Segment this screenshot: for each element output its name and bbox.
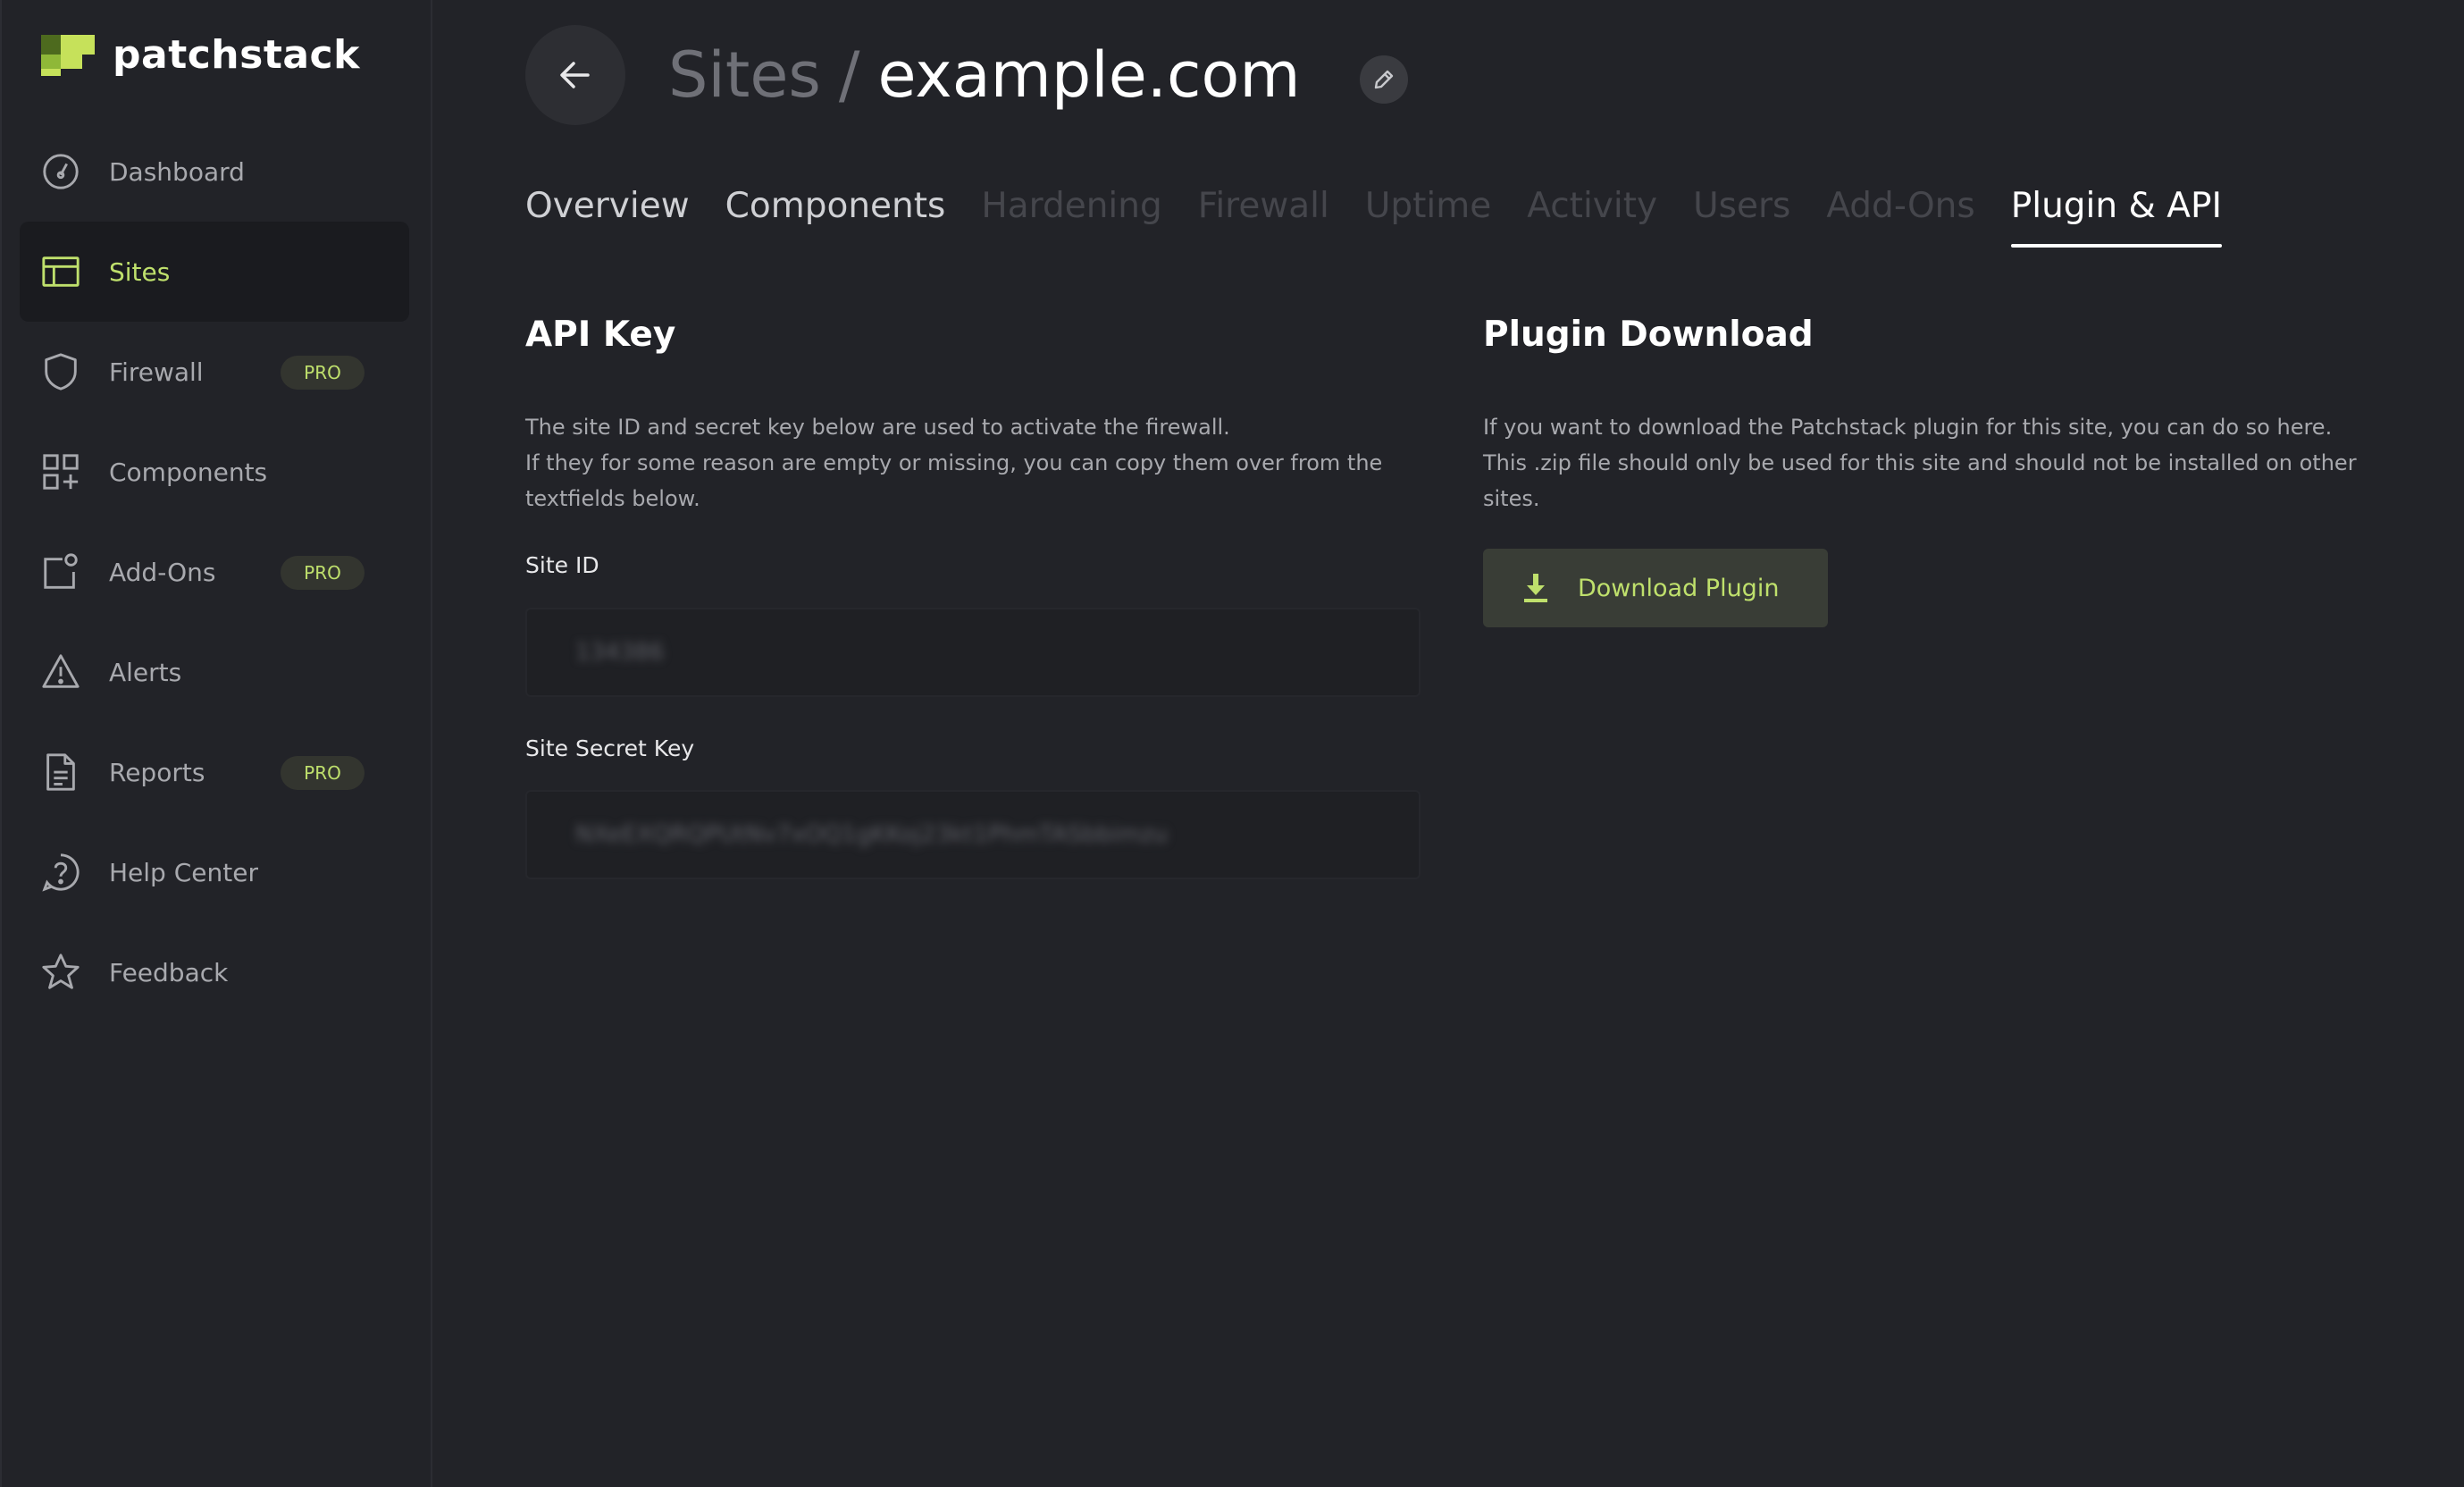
sidebar-item-label: Components	[109, 457, 268, 487]
api-key-description-line: textfields below.	[525, 486, 700, 511]
document-icon	[39, 751, 82, 794]
sidebar-item-label: Firewall	[109, 357, 204, 387]
tab-components[interactable]: Components	[725, 186, 946, 248]
api-key-description-line: The site ID and secret key below are use…	[525, 415, 1230, 440]
api-key-title: API Key	[525, 315, 676, 355]
pro-badge: PRO	[281, 356, 365, 390]
site-secret-key-field[interactable]: NXeEXQRQPUtNv7xOQ1gKKoj23kt1PhmTASbbimzu	[525, 790, 1421, 879]
breadcrumb-sites-link[interactable]: Sites	[668, 38, 821, 112]
arrow-left-icon	[560, 62, 590, 88]
pro-badge: PRO	[281, 756, 365, 790]
add-ons-icon	[39, 550, 82, 593]
tab-activity: Activity	[1527, 186, 1658, 226]
tab-overview[interactable]: Overview	[525, 186, 690, 248]
tab-users: Users	[1693, 186, 1791, 226]
pro-badge: PRO	[281, 556, 365, 590]
sites-icon	[39, 250, 82, 293]
sidebar-item-dashboard[interactable]: Dashboard	[20, 122, 409, 222]
sidebar-item-label: Sites	[109, 256, 171, 287]
site-secret-key-value: NXeEXQRQPUtNv7xOQ1gKKoj23kt1PhmTASbbimzu	[575, 821, 1169, 848]
dashboard-icon	[39, 150, 82, 193]
download-icon	[1524, 574, 1547, 602]
star-icon	[39, 951, 82, 994]
tab-add-ons: Add-Ons	[1826, 186, 1975, 226]
sidebar-item-alerts[interactable]: Alerts	[20, 622, 409, 722]
sidebar-item-label: Feedback	[109, 957, 229, 987]
main-content: Sites / example.com Overview Components …	[432, 0, 2464, 1487]
patchstack-logo-icon	[41, 34, 95, 76]
site-id-value: 134386	[575, 639, 665, 666]
breadcrumb-separator: /	[838, 38, 860, 112]
edit-site-name-button[interactable]	[1360, 55, 1408, 104]
site-tabs: Overview Components Hardening Firewall U…	[525, 186, 2258, 248]
api-key-description: The site ID and secret key below are use…	[525, 409, 1382, 517]
site-id-label: Site ID	[525, 552, 599, 578]
pencil-icon	[1374, 70, 1394, 89]
sidebar-item-firewall[interactable]: Firewall PRO	[20, 322, 409, 422]
site-id-field[interactable]: 134386	[525, 608, 1421, 697]
warning-icon	[39, 651, 82, 693]
sidebar-item-label: Alerts	[109, 657, 182, 687]
site-secret-key-label: Site Secret Key	[525, 735, 695, 761]
help-icon	[39, 851, 82, 894]
sidebar-item-help-center[interactable]: Help Center	[20, 822, 409, 922]
sidebar-nav: Dashboard Sites Firewall PRO Components	[20, 122, 409, 1022]
back-button[interactable]	[525, 25, 625, 125]
tab-firewall: Firewall	[1197, 186, 1329, 226]
sidebar-item-label: Dashboard	[109, 156, 245, 187]
sidebar-item-components[interactable]: Components	[20, 422, 409, 522]
download-plugin-label: Download Plugin	[1578, 574, 1780, 602]
breadcrumb: Sites / example.com	[668, 34, 1301, 116]
plugin-download-description-line: If you want to download the Patchstack p…	[1483, 415, 2333, 440]
sidebar-item-label: Reports	[109, 757, 205, 787]
brand-logo[interactable]: patchstack	[41, 32, 360, 78]
tab-plugin-api[interactable]: Plugin & API	[2010, 186, 2223, 248]
tab-uptime: Uptime	[1364, 186, 1492, 226]
components-icon	[39, 450, 82, 493]
sidebar-item-reports[interactable]: Reports PRO	[20, 722, 409, 822]
download-plugin-button[interactable]: Download Plugin	[1483, 549, 1828, 627]
page-title: example.com	[877, 38, 1301, 112]
sidebar-item-add-ons[interactable]: Add-Ons PRO	[20, 522, 409, 622]
plugin-download-description-line: This .zip file should only be used for t…	[1483, 450, 2357, 475]
sidebar-item-feedback[interactable]: Feedback	[20, 922, 409, 1022]
brand-name: patchstack	[113, 32, 360, 78]
shield-icon	[39, 350, 82, 393]
tab-hardening: Hardening	[981, 186, 1162, 226]
sidebar-item-sites[interactable]: Sites	[20, 222, 409, 322]
api-key-description-line: If they for some reason are empty or mis…	[525, 450, 1383, 475]
plugin-download-title: Plugin Download	[1483, 315, 1814, 355]
sidebar: patchstack Dashboard Sites Firewall PRO …	[0, 0, 432, 1487]
plugin-download-description-line: sites.	[1483, 486, 1540, 511]
plugin-download-description: If you want to download the Patchstack p…	[1483, 409, 2357, 517]
app-window: patchstack Dashboard Sites Firewall PRO …	[0, 0, 2464, 1487]
sidebar-item-label: Help Center	[109, 857, 258, 887]
sidebar-item-label: Add-Ons	[109, 557, 216, 587]
